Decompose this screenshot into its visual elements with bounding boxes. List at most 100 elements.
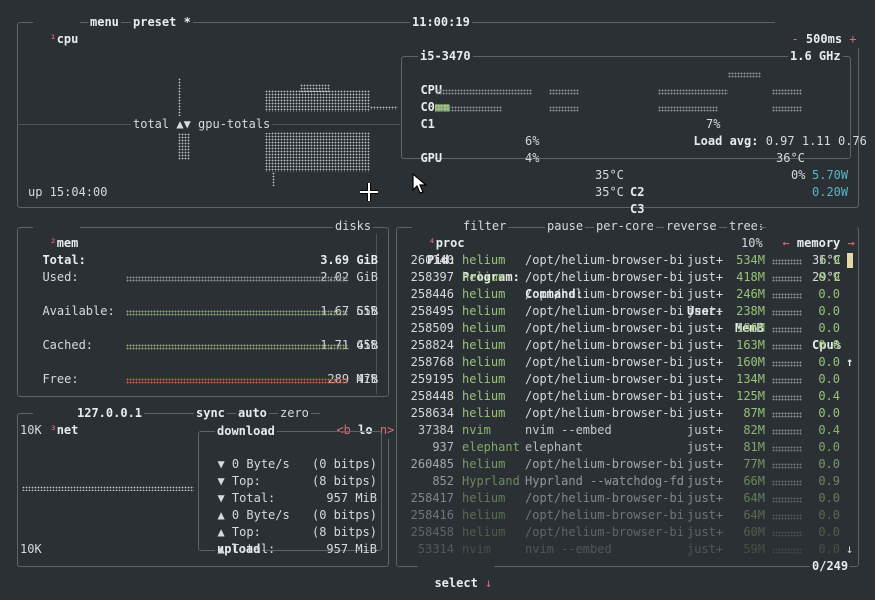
crosshair-cursor-icon: [359, 182, 379, 205]
cell-command: /opt/helium-browser-bi: [525, 321, 684, 335]
cell-pid: 258509: [410, 321, 454, 335]
cell-cpu: 0.0: [818, 457, 840, 471]
cell-command: /opt/helium-browser-bi: [525, 355, 684, 369]
table-row[interactable]: 53314 nvim nvim --embed just+ 59M 0.0: [400, 541, 855, 558]
cell-user: just+: [687, 474, 724, 488]
cell-pid: 258768: [410, 355, 454, 369]
cpu-graph-column: [178, 130, 190, 160]
cpu-usage-mini-graph: [772, 344, 802, 350]
core-temp-meter: [549, 89, 579, 95]
table-row[interactable]: 258509 helium/opt/helium-browser-bi just+ 1…: [400, 320, 855, 337]
net-sync-button[interactable]: sync: [194, 405, 227, 422]
table-row[interactable]: 852 Hyprland Hyprland --watchdog-fd just+ 66…: [400, 473, 855, 490]
table-row[interactable]: 258397 helium/opt/helium-browser-bi just+ 4…: [400, 269, 855, 286]
table-row[interactable]: 258416 helium/opt/helium-browser-bi just+ 6…: [400, 507, 855, 524]
menu-button[interactable]: menu: [88, 14, 121, 31]
mem-used-bar-row: 55%: [28, 269, 378, 318]
up-arrow-icon: ▲: [217, 542, 225, 556]
net-zero-button[interactable]: zero: [278, 405, 311, 422]
cpu-usage-mini-graph: [772, 463, 802, 469]
table-row[interactable]: 937 elephant elephant just+ 81M 0.0: [400, 439, 855, 456]
scroll-down-icon[interactable]: ↓: [846, 541, 853, 558]
table-row[interactable]: 258768 helium/opt/helium-browser-bi just+ 1…: [400, 354, 855, 371]
table-row[interactable]: 258458 helium/opt/helium-browser-bi just+ 6…: [400, 524, 855, 541]
net-iface-text: 127.0.0.1: [77, 406, 143, 420]
table-row[interactable]: 258417 helium/opt/helium-browser-bi just+ 6…: [400, 490, 855, 507]
cell-program: helium: [462, 270, 506, 284]
table-row[interactable]: 37384 nvim nvim --embed just+ 82M 0.4: [400, 422, 855, 439]
net-download-title: download: [215, 423, 277, 440]
cpu-graph-column: [370, 106, 398, 110]
table-row[interactable]: 258824 helium/opt/helium-browser-bi just+ 1…: [400, 337, 855, 354]
cell-command: /opt/helium-browser-bi: [525, 270, 684, 284]
proc-per-core-button[interactable]: per-core: [594, 218, 656, 235]
table-row[interactable]: 259195 helium/opt/helium-browser-bi just+ 1…: [400, 371, 855, 388]
cpu-box-title[interactable]: ¹cpu: [33, 14, 81, 48]
table-row[interactable]: 258448 helium/opt/helium-browser-bi just+ 1…: [400, 388, 855, 405]
disks-label: disks: [335, 219, 372, 233]
proc-select-label: select: [434, 576, 478, 590]
cell-user: just+: [687, 491, 724, 505]
core-name: C2: [630, 185, 645, 199]
preset-label: preset *: [133, 15, 191, 29]
cell-cpu: 0.0: [818, 508, 840, 522]
table-row[interactable]: 258495 helium/opt/helium-browser-bi just+ 2…: [400, 303, 855, 320]
interval-increase-button[interactable]: +: [849, 32, 856, 46]
cell-pid: 260140: [410, 253, 454, 267]
proc-pause-button[interactable]: pause: [545, 218, 586, 235]
cell-cpu: 0.0: [818, 491, 840, 505]
cpu-usage-mini-graph: [772, 497, 802, 503]
net-auto-button[interactable]: auto: [236, 405, 269, 422]
core-temp: 35°C: [595, 168, 624, 182]
gpu-pct: 0%: [791, 168, 806, 182]
cell-pid: 258824: [410, 338, 454, 352]
proc-filter-label: filter: [463, 219, 507, 233]
interval-decrease-button[interactable]: -: [791, 32, 798, 46]
cell-command: elephant: [525, 440, 583, 454]
cell-user: just+: [687, 457, 724, 471]
cell-mem: 163M: [736, 338, 765, 352]
cpu-graph-column: [272, 172, 275, 186]
proc-table-header: Pid: Program: Command: User: MemB Cpu% ↑: [400, 235, 855, 369]
table-row[interactable]: 258446 helium/opt/helium-browser-bi just+ 2…: [400, 286, 855, 303]
cell-program: Hyprland: [462, 474, 520, 488]
gpu-power: 0.20W: [812, 185, 849, 199]
cpu-usage-mini-graph: [772, 293, 802, 299]
core-name: C1: [420, 117, 435, 131]
cpu-usage-mini-graph: [772, 259, 802, 265]
cell-program: helium: [462, 457, 506, 471]
cell-pid: 258446: [410, 287, 454, 301]
cell-pid: 258416: [410, 508, 454, 522]
proc-per-core-label: per-core: [596, 219, 654, 233]
net-download-label: download: [217, 424, 275, 438]
disks-toggle[interactable]: disks: [333, 218, 374, 235]
proc-count: 0/249: [810, 558, 851, 575]
cell-command: /opt/helium-browser-bi: [525, 491, 684, 505]
proc-tree-button[interactable]: tree: [727, 218, 760, 235]
proc-select-control[interactable]: select ↓: [418, 558, 495, 592]
mem-used-meter: [126, 276, 348, 282]
cell-cpu: 0.0: [818, 406, 840, 420]
cpu-graph-label[interactable]: total ▲▼ gpu-totals: [131, 116, 273, 133]
clock-text: 11:00:19: [412, 15, 470, 29]
table-row[interactable]: 260140 helium/opt/helium-browser-bi just+ 5…: [400, 252, 855, 269]
table-row[interactable]: 258634 helium/opt/helium-browser-bi just+ 8…: [400, 405, 855, 422]
cell-cpu: 0.4: [818, 389, 840, 403]
clock: 11:00:19: [410, 14, 472, 31]
proc-reverse-button[interactable]: reverse: [664, 218, 719, 235]
cell-command: /opt/helium-browser-bi: [525, 389, 684, 403]
proc-scrollbar-thumb[interactable]: [847, 253, 853, 268]
cell-user: just+: [687, 525, 724, 539]
net-ul-total-row: ▲ Total: 957 MiB: [203, 524, 377, 558]
cpu-freq: 1.6 GHz: [788, 48, 843, 65]
cpu-box-number: ¹: [49, 32, 57, 46]
cell-command: /opt/helium-browser-bi: [525, 457, 684, 471]
net-sync-label: sync: [196, 406, 225, 420]
cpu-usage-mini-graph: [772, 395, 802, 401]
core-name: C3: [630, 202, 645, 216]
net-box-number: ³: [49, 423, 57, 437]
cell-pid: 259195: [410, 372, 454, 386]
proc-filter-button[interactable]: filter: [461, 218, 509, 235]
table-row[interactable]: 260485 helium/opt/helium-browser-bi just+ 7…: [400, 456, 855, 473]
preset-button[interactable]: preset *: [131, 14, 193, 31]
